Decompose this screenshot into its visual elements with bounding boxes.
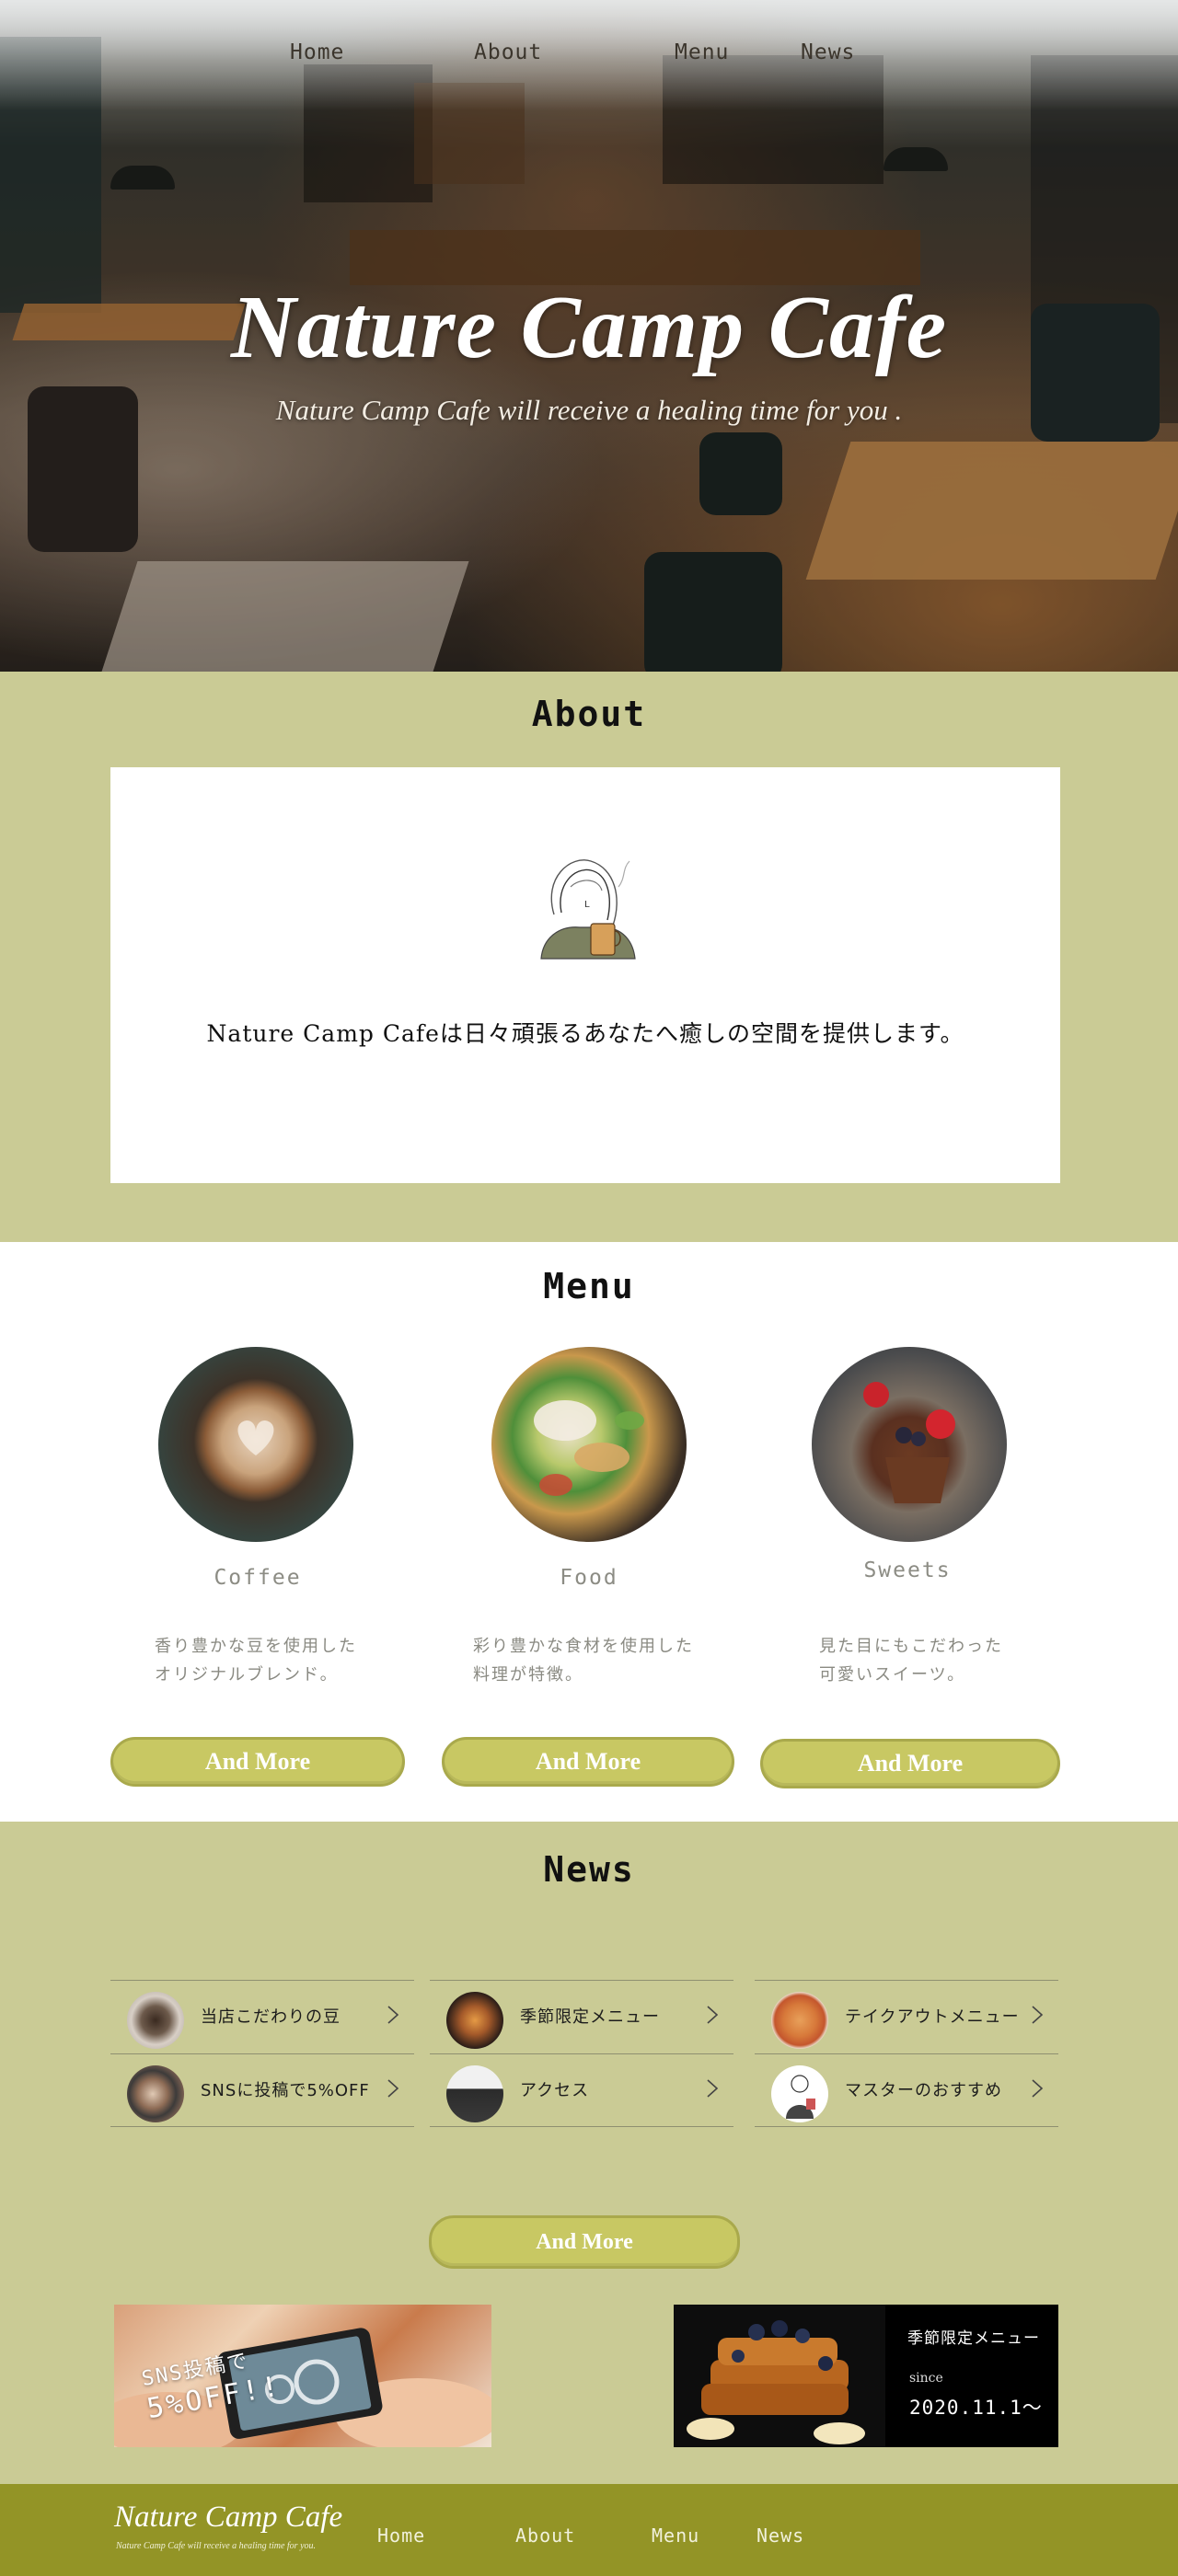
nav-home[interactable]: Home bbox=[290, 40, 344, 64]
menu-item-desc: 彩り豊かな食材を使用した 料理が特徴。 bbox=[473, 1632, 694, 1689]
pizza-thumbnail bbox=[771, 1992, 828, 2049]
news-item-label: 当店こだわりの豆 bbox=[201, 2007, 341, 2027]
news-column: テイクアウトメニュー マスターのおすすめ bbox=[755, 1980, 1058, 2127]
season-banner-since: since bbox=[909, 2371, 943, 2386]
footer-nav-menu[interactable]: Menu bbox=[652, 2524, 699, 2547]
news-item-master[interactable]: マスターのおすすめ bbox=[755, 2053, 1058, 2127]
menu-desc-line2: 料理が特徴。 bbox=[473, 1665, 583, 1685]
barista-illustration-thumbnail bbox=[771, 2065, 828, 2122]
chevron-right-icon bbox=[1032, 2006, 1044, 2024]
season-banner-date: 2020.11.1〜 bbox=[909, 2397, 1043, 2419]
footer: Nature Camp Cafe Nature Camp Cafe will r… bbox=[0, 2484, 1178, 2576]
footer-nav-news[interactable]: News bbox=[756, 2524, 804, 2547]
french-toast-photo bbox=[674, 2305, 885, 2447]
sns-photo-thumbnail bbox=[127, 2065, 184, 2122]
news-item-beans[interactable]: 当店こだわりの豆 bbox=[110, 1980, 414, 2053]
footer-logo[interactable]: Nature Camp Cafe bbox=[114, 2501, 342, 2535]
news-item-label: マスターのおすすめ bbox=[845, 2081, 1002, 2100]
footer-tagline: Nature Camp Cafe will receive a healing … bbox=[116, 2541, 317, 2551]
menu-item-desc: 香り豊かな豆を使用した オリジナルブレンド。 bbox=[155, 1632, 357, 1689]
news-column: 当店こだわりの豆 SNSに投稿で5%OFF bbox=[110, 1980, 414, 2127]
chevron-right-icon bbox=[387, 2006, 399, 2024]
sweets-and-more-button[interactable]: And More bbox=[760, 1739, 1060, 1788]
food-photo bbox=[491, 1347, 687, 1542]
seasonal-menu-banner[interactable]: 季節限定メニュー since 2020.11.1〜 bbox=[674, 2305, 1058, 2447]
hero-section: Home About Menu News Nature Camp Cafe Na… bbox=[0, 0, 1178, 672]
news-item-label: アクセス bbox=[520, 2081, 590, 2100]
news-item-takeout[interactable]: テイクアウトメニュー bbox=[755, 1980, 1058, 2053]
menu-item-desc: 見た目にもこだわった 可愛いスイーツ。 bbox=[819, 1632, 1003, 1689]
menu-item-name: Coffee bbox=[214, 1566, 302, 1590]
about-description: Nature Camp Cafeは日々頑張るあなたへ癒しの空間を提供します。 bbox=[206, 1020, 964, 1047]
coffee-beans-thumbnail bbox=[127, 1992, 184, 2049]
chevron-right-icon bbox=[1032, 2079, 1044, 2098]
chevron-right-icon bbox=[707, 2079, 719, 2098]
food-and-more-button[interactable]: And More bbox=[442, 1737, 734, 1787]
seasonal-menu-thumbnail bbox=[446, 1992, 503, 2049]
season-banner-title: 季節限定メニュー bbox=[907, 2329, 1040, 2348]
news-item-label: SNSに投稿で5%OFF bbox=[201, 2081, 370, 2100]
svg-text:L: L bbox=[584, 900, 590, 910]
news-item-label: 季節限定メニュー bbox=[520, 2007, 660, 2027]
menu-item-sweets: Sweets 見た目にもこだわった 可愛いスイーツ。 And More bbox=[760, 1242, 1060, 1822]
news-item-sns[interactable]: SNSに投稿で5%OFF bbox=[110, 2053, 414, 2127]
nav-menu[interactable]: Menu bbox=[675, 40, 729, 64]
coffee-and-more-button[interactable]: And More bbox=[110, 1737, 405, 1787]
sweets-photo bbox=[812, 1347, 1007, 1542]
about-card: L Nature Camp Cafeは日々頑張るあなたへ癒しの空間を提供します。 bbox=[110, 767, 1060, 1183]
menu-item-coffee: Coffee 香り豊かな豆を使用した オリジナルブレンド。 And More bbox=[110, 1242, 405, 1822]
news-section: News 当店こだわりの豆 SNSに投稿で5%OFF 季節限定メニュー アクセス bbox=[0, 1822, 1178, 2484]
menu-item-food: Food 彩り豊かな食材を使用した 料理が特徴。 And More bbox=[442, 1242, 736, 1822]
news-and-more-button[interactable]: And More bbox=[429, 2215, 740, 2269]
chevron-right-icon bbox=[387, 2079, 399, 2098]
about-heading: About bbox=[531, 694, 647, 734]
menu-item-name: Sweets bbox=[863, 1558, 952, 1582]
menu-item-name: Food bbox=[560, 1566, 618, 1590]
menu-desc-line1: 彩り豊かな食材を使用した bbox=[473, 1637, 694, 1656]
menu-desc-line1: 見た目にもこだわった bbox=[819, 1637, 1003, 1656]
nav-news[interactable]: News bbox=[801, 40, 855, 64]
news-item-access[interactable]: アクセス bbox=[430, 2053, 733, 2127]
chevron-right-icon bbox=[707, 2006, 719, 2024]
news-heading: News bbox=[543, 1849, 635, 1890]
top-nav: Home About Menu News bbox=[0, 40, 1178, 74]
menu-desc-line2: 可愛いスイーツ。 bbox=[819, 1665, 966, 1685]
menu-desc-line2: オリジナルブレンド。 bbox=[155, 1665, 339, 1685]
coffee-photo bbox=[158, 1347, 353, 1542]
news-item-label: テイクアウトメニュー bbox=[845, 2007, 1020, 2027]
about-section: About L Nature Camp Cafeは日々頑張るあなたへ癒しの空間を… bbox=[0, 672, 1178, 1242]
footer-nav-home[interactable]: Home bbox=[377, 2524, 425, 2547]
menu-section: Menu Coffee 香り豊かな豆を使用した オリジナルブレンド。 And M… bbox=[0, 1242, 1178, 1822]
girl-with-coffee-illustration: L bbox=[540, 859, 636, 960]
news-column: 季節限定メニュー アクセス bbox=[430, 1980, 733, 2127]
sns-discount-banner[interactable]: SNS投稿で 5%OFF!! bbox=[114, 2305, 491, 2447]
menu-desc-line1: 香り豊かな豆を使用した bbox=[155, 1637, 357, 1656]
news-item-seasonal[interactable]: 季節限定メニュー bbox=[430, 1980, 733, 2053]
nav-about[interactable]: About bbox=[474, 40, 542, 64]
hero-subtitle: Nature Camp Cafe will receive a healing … bbox=[275, 394, 903, 426]
hero-title: Nature Camp Cafe bbox=[230, 278, 948, 377]
storefront-thumbnail bbox=[446, 2065, 503, 2122]
footer-nav-about[interactable]: About bbox=[515, 2524, 575, 2547]
